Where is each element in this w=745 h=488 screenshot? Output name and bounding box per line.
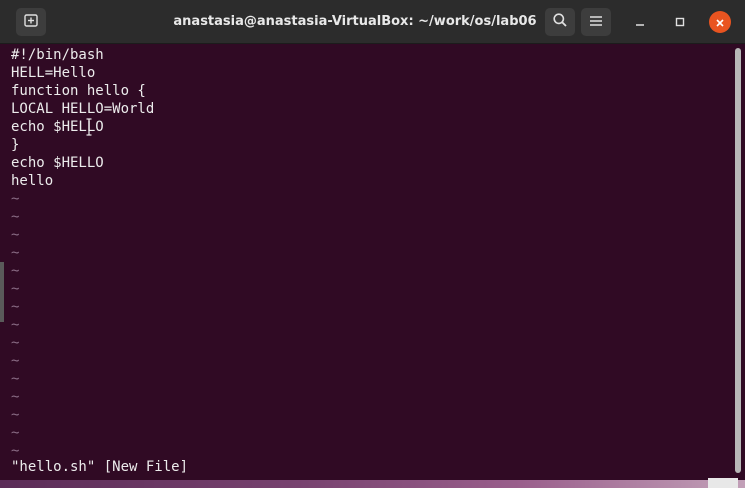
desktop-background-strip xyxy=(0,480,745,488)
minimize-icon xyxy=(634,13,646,32)
text-cursor-icon xyxy=(86,118,92,136)
editor-line: #!/bin/bash xyxy=(11,47,104,63)
scrollbar[interactable] xyxy=(735,48,741,473)
maximize-icon xyxy=(674,13,686,32)
close-button[interactable] xyxy=(709,11,731,33)
empty-line-tilde: ~ xyxy=(11,317,20,333)
window-title: anastasia@anastasia-VirtualBox: ~/work/o… xyxy=(173,14,537,29)
editor-line: HELL=Hello xyxy=(11,65,96,81)
empty-line-tilde: ~ xyxy=(11,263,20,279)
status-line: "hello.sh" [New File] xyxy=(11,459,189,475)
new-tab-button[interactable] xyxy=(16,8,46,36)
editor-line: echo $HELLO xyxy=(11,155,104,171)
taskbar-fragment xyxy=(708,478,738,488)
empty-line-tilde: ~ xyxy=(11,389,20,405)
terminal-area[interactable]: #!/bin/bash HELL=Hello function hello { … xyxy=(0,44,745,488)
empty-line-tilde: ~ xyxy=(11,281,20,297)
minimize-button[interactable] xyxy=(629,11,651,33)
empty-line-tilde: ~ xyxy=(11,245,20,261)
empty-line-tilde: ~ xyxy=(11,335,20,351)
maximize-button[interactable] xyxy=(669,11,691,33)
empty-line-tilde: ~ xyxy=(11,371,20,387)
editor-line: function hello { xyxy=(11,83,146,99)
empty-line-tilde: ~ xyxy=(11,209,20,225)
menu-button[interactable] xyxy=(581,8,611,36)
terminal-window: anastasia@anastasia-VirtualBox: ~/work/o… xyxy=(0,0,745,488)
empty-line-tilde: ~ xyxy=(11,407,20,423)
editor-line: } xyxy=(11,137,20,153)
title-bar: anastasia@anastasia-VirtualBox: ~/work/o… xyxy=(0,0,745,44)
search-button[interactable] xyxy=(545,8,575,36)
empty-line-tilde: ~ xyxy=(11,299,20,315)
empty-line-tilde: ~ xyxy=(11,353,20,369)
empty-line-tilde: ~ xyxy=(11,227,20,243)
window-edge xyxy=(0,262,4,322)
close-icon xyxy=(715,13,725,32)
empty-line-tilde: ~ xyxy=(11,191,20,207)
editor-line: LOCAL HELLO=World xyxy=(11,101,155,117)
new-tab-icon xyxy=(23,12,39,32)
empty-line-tilde: ~ xyxy=(11,425,20,441)
hamburger-menu-icon xyxy=(589,13,603,32)
search-icon xyxy=(552,12,568,32)
editor-line: hello xyxy=(11,173,54,189)
